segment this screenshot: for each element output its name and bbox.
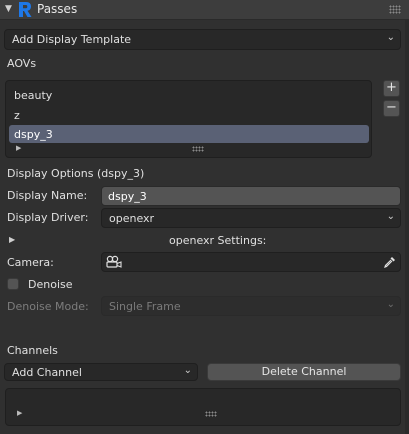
resize-grip-icon[interactable] [205,411,217,417]
display-options-heading: Display Options (dspy_3) [7,167,145,180]
add-display-template-dropdown[interactable]: Add Display Template ⌄ [4,29,401,50]
chevron-down-icon: ⌄ [386,211,395,222]
display-name-label: Display Name: [7,189,88,202]
list-item-z[interactable]: z [9,106,369,124]
camera-icon [106,255,122,268]
display-driver-label: Display Driver: [7,211,89,224]
channels-heading: Channels [7,344,58,357]
denoise-label[interactable]: Denoise [28,278,73,291]
renderman-logo-icon [19,2,32,17]
camera-field[interactable] [101,252,401,272]
display-driver-dropdown[interactable]: openexr ⌄ [101,208,401,228]
expand-arrow-icon[interactable]: ▶ [16,144,21,152]
delete-channel-button[interactable]: Delete Channel [207,363,401,381]
resize-grip-icon[interactable] [192,146,204,152]
add-channel-dropdown[interactable]: Add Channel ⌄ [4,363,198,381]
channel-list[interactable]: ▶ [5,388,401,426]
list-item-dspy-3[interactable]: dspy_3 [9,125,369,143]
list-item-beauty[interactable]: beauty [9,86,369,104]
chevron-down-icon: ⌄ [386,32,395,43]
aov-list[interactable]: beauty z dspy_3 ▶ [5,80,372,158]
add-channel-label: Add Channel [12,366,82,379]
aovs-heading: AOVs [7,57,37,70]
denoise-mode-dropdown[interactable]: Single Frame ⌄ [101,296,401,316]
display-driver-value: openexr [109,212,155,225]
denoise-mode-label: Denoise Mode: [7,300,89,313]
denoise-checkbox[interactable] [7,278,19,290]
panel-edge [405,20,409,434]
settings-label[interactable]: openexr Settings: [169,234,266,247]
collapse-arrow-icon[interactable]: ▼ [5,4,12,14]
panel-header[interactable]: ▼ Passes [0,0,409,20]
drag-handle-icon[interactable] [389,5,401,14]
add-display-template-label: Add Display Template [12,33,132,46]
panel-title: Passes [37,2,78,16]
display-name-field[interactable]: dspy_3 [101,186,401,206]
remove-aov-button[interactable]: − [383,100,400,117]
camera-label: Camera: [7,256,54,269]
add-aov-button[interactable]: + [383,80,400,97]
expand-arrow-icon[interactable]: ▶ [17,409,22,417]
chevron-down-icon: ⌄ [386,299,395,310]
display-name-value: dspy_3 [108,190,147,203]
settings-expand-arrow-icon[interactable]: ▶ [9,235,15,244]
eyedropper-icon[interactable] [383,255,397,269]
chevron-down-icon: ⌄ [183,365,192,376]
denoise-mode-value: Single Frame [109,300,181,313]
